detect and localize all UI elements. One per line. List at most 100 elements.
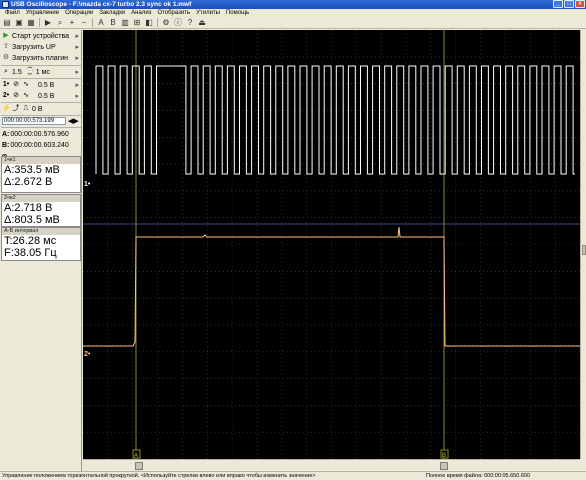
menu-help[interactable]: Помощь [223, 9, 252, 17]
app-icon [2, 1, 9, 8]
time-position-field[interactable]: 000:00:00.573.199 [2, 117, 66, 125]
info-icon[interactable]: ⓘ [173, 18, 183, 28]
scroll-thumb-b[interactable] [440, 462, 448, 470]
trigger-slope-icon[interactable]: ⤴ [12, 105, 20, 113]
maximize-button[interactable]: □ [564, 0, 574, 8]
cursor-b-icon[interactable]: B [108, 18, 118, 28]
chevron-right-icon: ▸ [75, 44, 79, 51]
channel-1-marker[interactable]: 1• [84, 181, 91, 188]
menu-control[interactable]: Управление [23, 9, 62, 17]
load-plugin-label: Загрузить плагин [12, 54, 69, 62]
marker-icon[interactable]: ◧ [144, 18, 154, 28]
toolbar-separator [92, 18, 93, 27]
load-up-button[interactable]: ⇪ Загрузить UP ▸ [0, 42, 82, 52]
chevron-right-icon: ▸ [75, 55, 79, 62]
load-plugin-button[interactable]: ⚙ Загрузить плагин ▸ [0, 53, 82, 63]
scope-plot: 1• 2• A B [83, 30, 580, 459]
title-bar: USB Oscilloscope - F:\mazda cx-7 turbo 2… [0, 0, 586, 9]
start-device-label: Старт устройства [12, 32, 70, 40]
grid-icon[interactable]: ▥ [120, 18, 130, 28]
zoom-icon[interactable]: ⌕ [55, 18, 65, 28]
vertical-scroll-thumb[interactable] [582, 245, 586, 255]
trigger-row: ⚡ ⤴ ⎍ 0 В [0, 104, 82, 114]
toolbar-separator [39, 18, 40, 27]
divider [1, 102, 81, 103]
arrow-right-icon[interactable]: ▶ [73, 117, 78, 125]
status-hint: Управление положением горизонтальной про… [2, 473, 316, 479]
exit-icon[interactable]: ⏏ [197, 18, 207, 28]
trigger-edge-icon[interactable]: ⎍ [22, 105, 30, 113]
channel-2-marker[interactable]: 2• [84, 351, 91, 358]
load-icon: ⇪ [3, 43, 9, 50]
waveform-icon[interactable]: ∿ [22, 92, 30, 100]
clock-icon: ⌚ [25, 68, 35, 75]
zoom-icon: ⌕ [4, 68, 8, 75]
open-icon[interactable]: ▤ [2, 18, 12, 28]
channel-1-icon[interactable]: 1• [2, 81, 10, 89]
cursor-a-icon[interactable]: A [96, 18, 106, 28]
scroll-thumb-a[interactable] [135, 462, 143, 470]
interval-readout-header: A-B интервал [2, 228, 80, 235]
divider [1, 78, 81, 79]
start-device-button[interactable]: ▶ Старт устройства ▸ [0, 31, 82, 41]
menu-file[interactable]: Файл [2, 9, 23, 17]
help-icon[interactable]: ? [185, 18, 195, 28]
chevron-right-icon: ▸ [75, 69, 79, 76]
run-icon[interactable]: ▶ [43, 18, 53, 28]
channel-2-readout-header: 2•ж2 [2, 195, 80, 202]
coupling-icon[interactable]: ⊘ [12, 81, 20, 89]
chevron-right-icon: ▸ [75, 33, 79, 40]
save-icon[interactable]: ▣ [14, 18, 24, 28]
trigger-icon[interactable]: ⚡ [2, 105, 11, 113]
status-file-duration: Полное время файла: 000:00:05.650.600 [426, 473, 530, 479]
menu-utilities[interactable]: Утилиты [193, 9, 223, 17]
vertical-scrollbar[interactable] [580, 30, 586, 459]
interval-time-value: T:26.28 мс [4, 235, 57, 247]
channel-2-readout: 2•ж2 A:2.718 В Δ:803.5 мВ [1, 194, 81, 227]
cursor-a-row: A: 000:00:00.576.960 [0, 129, 82, 139]
coupling-icon[interactable]: ⊘ [12, 92, 20, 100]
cursor-a-label: A: [2, 130, 10, 138]
zoom-in-icon[interactable]: + [67, 18, 77, 28]
window-controls: _ □ × [553, 0, 585, 8]
channel-2-volts[interactable]: 0.5 В [38, 93, 54, 100]
channel-1-delta-value: Δ:2.672 В [4, 176, 53, 188]
menu-bar: Файл Управление Операции Закладки Анализ… [0, 9, 586, 17]
cursor-b-row: B: 000:00:00.603.240 [0, 140, 82, 150]
oscilloscope-display[interactable]: 1• 2• A B [83, 30, 580, 459]
channel-1-readout: 1•ж1 A:353.5 мВ Δ:2.672 В [1, 156, 81, 193]
interval-frequency-value: F:38.05 Гц [4, 247, 57, 259]
status-bar: Управление положением горизонтальной про… [0, 471, 586, 480]
menu-view[interactable]: Отобразить [154, 9, 193, 17]
channel-2-a-value: A:2.718 В [4, 202, 53, 214]
divider [1, 65, 81, 66]
measure-icon[interactable]: ⊞ [132, 18, 142, 28]
zoom-out-icon[interactable]: − [79, 18, 89, 28]
minimize-button[interactable]: _ [553, 0, 563, 8]
horizontal-scrollbar[interactable] [83, 459, 580, 471]
play-icon: ▶ [3, 32, 9, 39]
toolbar-separator [157, 18, 158, 27]
interval-readout: A-B интервал T:26.28 мс F:38.05 Гц [1, 227, 81, 261]
print-icon[interactable]: ▦ [26, 18, 36, 28]
settings-icon[interactable]: ⚙ [161, 18, 171, 28]
menu-analysis[interactable]: Анализ [128, 9, 154, 17]
cursor-b-label: B: [2, 141, 10, 149]
time-scale-value[interactable]: 1.5 [12, 69, 22, 76]
cursor-b-time[interactable]: 000:00:00.603.240 [10, 142, 68, 149]
waveform-icon[interactable]: ∿ [22, 81, 30, 89]
menu-bookmarks[interactable]: Закладки [96, 9, 128, 17]
menu-operations[interactable]: Операции [62, 9, 96, 17]
window-title: USB Oscilloscope - F:\mazda cx-7 turbo 2… [11, 1, 192, 8]
control-panel: ▶ Старт устройства ▸ ⇪ Загрузить UP ▸ ⚙ … [0, 30, 82, 471]
channel-1-volts[interactable]: 0.5 В [38, 82, 54, 89]
channel-2-delta-value: Δ:803.5 мВ [4, 214, 60, 226]
time-div-value[interactable]: 1 мс [36, 69, 50, 76]
close-button[interactable]: × [575, 0, 585, 8]
chevron-right-icon: ▸ [75, 93, 79, 100]
channel-2-icon[interactable]: 2• [2, 92, 10, 100]
trigger-level-value[interactable]: 0 В [32, 106, 43, 113]
load-up-label: Загрузить UP [12, 43, 56, 51]
cursor-a-time[interactable]: 000:00:00.576.960 [10, 131, 68, 138]
oscilloscope-app-window: USB Oscilloscope - F:\mazda cx-7 turbo 2… [0, 0, 586, 480]
